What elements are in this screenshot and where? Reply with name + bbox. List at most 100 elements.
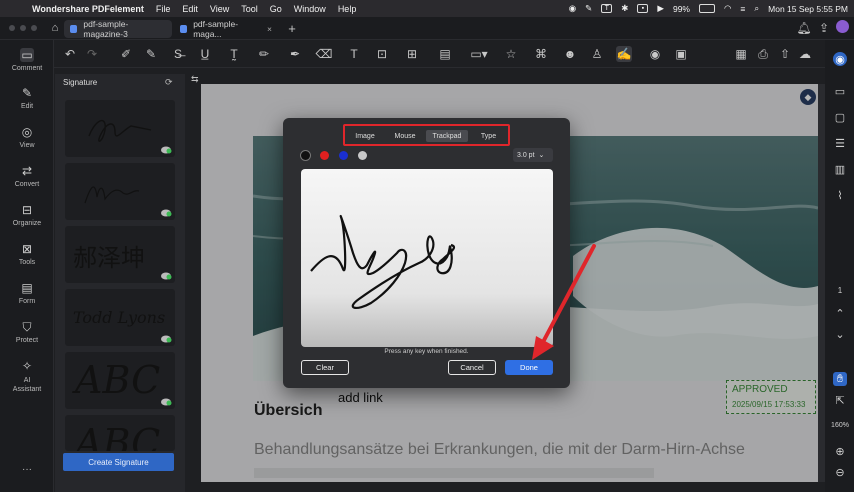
signature-item[interactable] bbox=[65, 100, 175, 157]
clear-button[interactable]: Clear bbox=[301, 360, 349, 375]
menu-file[interactable]: File bbox=[156, 4, 171, 14]
signature-item[interactable]: ABC bbox=[65, 415, 175, 451]
home-icon[interactable]: ⌂ bbox=[47, 20, 63, 36]
tab-document-2[interactable]: pdf-sample-maga... × bbox=[174, 19, 278, 39]
cloud-upload-icon[interactable]: ☁ bbox=[797, 46, 813, 62]
highlight-icon[interactable]: ✐ bbox=[118, 46, 134, 62]
horizontal-scrollbar[interactable] bbox=[201, 482, 818, 492]
strikethrough-icon[interactable]: S̶ bbox=[170, 46, 186, 62]
menu-view[interactable]: View bbox=[210, 4, 229, 14]
datetime[interactable]: Mon 15 Sep 5:55 PM bbox=[768, 4, 848, 14]
vertical-scrollbar[interactable] bbox=[818, 84, 825, 482]
close-tab-icon[interactable]: × bbox=[267, 24, 272, 34]
hand-tool-icon[interactable]: ✋︎ bbox=[833, 372, 847, 386]
nav-edit[interactable]: ✎ Edit bbox=[0, 86, 54, 110]
undo-icon[interactable]: ↶ bbox=[62, 46, 78, 62]
window-minimize-button[interactable] bbox=[20, 25, 26, 31]
nav-convert[interactable]: ⇄ Convert bbox=[0, 164, 54, 188]
squiggly-icon[interactable]: T̰ bbox=[226, 46, 242, 62]
control-center-icon[interactable]: ≡ bbox=[740, 4, 745, 14]
text-icon[interactable]: T bbox=[346, 46, 362, 62]
signature-item[interactable]: ABC bbox=[65, 352, 175, 409]
zoom-level[interactable]: 160% bbox=[829, 418, 851, 432]
menubar-t-icon[interactable]: T bbox=[601, 4, 613, 13]
comment-panel-icon[interactable]: ▢ bbox=[833, 110, 847, 124]
wifi-icon[interactable]: ◠ bbox=[724, 3, 731, 14]
apple-icon[interactable] bbox=[8, 2, 22, 16]
menubar-box-icon[interactable]: ▪ bbox=[637, 4, 649, 13]
redo-icon[interactable]: ↷ bbox=[84, 46, 100, 62]
menu-go[interactable]: Go bbox=[270, 4, 282, 14]
window-zoom-button[interactable] bbox=[31, 25, 37, 31]
print-icon[interactable]: ⎙ bbox=[755, 46, 771, 62]
select-tool-icon[interactable]: ⇱ bbox=[833, 393, 847, 407]
ai-icon[interactable]: ◉ bbox=[833, 52, 847, 66]
eraser-icon[interactable]: ⌫ bbox=[316, 46, 333, 62]
battery-icon[interactable] bbox=[698, 4, 715, 13]
color-gray-swatch[interactable] bbox=[358, 151, 367, 160]
bell-icon[interactable]: 🔔︎ bbox=[796, 20, 812, 36]
save-icon[interactable]: ▦ bbox=[733, 46, 749, 62]
menu-window[interactable]: Window bbox=[294, 4, 326, 14]
menubar-edit-icon[interactable]: ✎ bbox=[585, 3, 592, 14]
nav-comment[interactable]: ▭ Comment bbox=[0, 48, 54, 72]
menu-edit[interactable]: Edit bbox=[182, 4, 198, 14]
outline-icon[interactable]: ☰ bbox=[833, 136, 847, 150]
stamp-tool-icon[interactable]: ♙ bbox=[589, 46, 605, 62]
signature-draw-area[interactable] bbox=[301, 169, 553, 347]
stroke-width-select[interactable]: 3.0 pt ⌄ bbox=[513, 148, 553, 162]
zoom-in-icon[interactable]: ⊕ bbox=[833, 444, 847, 458]
color-blue-swatch[interactable] bbox=[339, 151, 348, 160]
color-black-swatch[interactable] bbox=[301, 151, 310, 160]
nav-view[interactable]: ◎ View bbox=[0, 125, 54, 149]
signature-item[interactable] bbox=[65, 163, 175, 220]
signature-item[interactable]: 郝泽坤 bbox=[65, 226, 175, 283]
refresh-icon[interactable]: ⟳ bbox=[165, 77, 173, 88]
nav-ai-assistant[interactable]: ✧ AI Assistant bbox=[0, 359, 54, 394]
thumbnail-icon[interactable]: ▥ bbox=[833, 162, 847, 176]
page-number[interactable]: 1 bbox=[833, 283, 847, 297]
nav-organize[interactable]: ⊟ Organize bbox=[0, 203, 54, 227]
page-down-icon[interactable]: ⌄ bbox=[833, 327, 847, 341]
sticker-icon[interactable]: ☻ bbox=[562, 46, 578, 62]
menu-tool[interactable]: Tool bbox=[241, 4, 258, 14]
nav-protect[interactable]: ⛉ Protect bbox=[0, 320, 54, 344]
more-icon[interactable]: ··· bbox=[0, 464, 54, 475]
zoom-out-icon[interactable]: ⊖ bbox=[833, 465, 847, 479]
comment-list-icon[interactable]: ▣ bbox=[673, 46, 689, 62]
underline-icon[interactable]: U̲ bbox=[197, 46, 213, 62]
search-icon[interactable]: ⌕ bbox=[754, 3, 759, 14]
menubar-app-icon[interactable]: ◉ bbox=[569, 3, 576, 14]
page-up-icon[interactable]: ⌃ bbox=[833, 306, 847, 320]
bluetooth-icon[interactable]: ✱ bbox=[621, 3, 628, 14]
tab-document-1[interactable]: pdf-sample-magazine-3 bbox=[64, 19, 172, 39]
create-signature-button[interactable]: Create Signature bbox=[63, 453, 174, 471]
shape-dropdown-icon[interactable]: ▭▾ bbox=[468, 46, 490, 62]
share-file-icon[interactable]: ⇧ bbox=[777, 46, 793, 62]
callout-icon[interactable]: ⊞ bbox=[404, 46, 420, 62]
panel-adjust-icon[interactable]: ⇆ bbox=[191, 74, 199, 85]
nav-tools[interactable]: ⊠ Tools bbox=[0, 242, 54, 266]
area-highlight-icon[interactable]: ✎ bbox=[143, 46, 159, 62]
pencil-icon[interactable]: ✏ bbox=[256, 46, 272, 62]
cancel-button[interactable]: Cancel bbox=[448, 360, 496, 375]
eye-icon[interactable]: ◉ bbox=[647, 46, 663, 62]
text-box-icon[interactable]: ⊡ bbox=[374, 46, 390, 62]
attachment-icon[interactable]: ⌘ bbox=[533, 46, 549, 62]
attachment-panel-icon[interactable]: ⌇ bbox=[833, 188, 847, 202]
color-red-swatch[interactable] bbox=[320, 151, 329, 160]
window-close-button[interactable] bbox=[9, 25, 15, 31]
note-icon[interactable]: ▤ bbox=[437, 46, 453, 62]
pen-icon[interactable]: ✒ bbox=[287, 46, 303, 62]
app-name-menu[interactable]: Wondershare PDFelement bbox=[32, 4, 144, 14]
menu-help[interactable]: Help bbox=[338, 4, 357, 14]
avatar[interactable] bbox=[836, 20, 849, 33]
new-tab-icon[interactable]: + bbox=[284, 20, 300, 36]
share-icon[interactable]: ⇪ bbox=[816, 20, 832, 36]
play-icon[interactable]: ▶ bbox=[657, 3, 664, 14]
stamp-icon[interactable]: ☆ bbox=[503, 46, 519, 62]
properties-icon[interactable]: ▭ bbox=[833, 84, 847, 98]
signature-icon[interactable]: ✍ bbox=[616, 46, 632, 62]
signature-item[interactable]: Todd Lyons bbox=[65, 289, 175, 346]
nav-form[interactable]: ▤ Form bbox=[0, 281, 54, 305]
